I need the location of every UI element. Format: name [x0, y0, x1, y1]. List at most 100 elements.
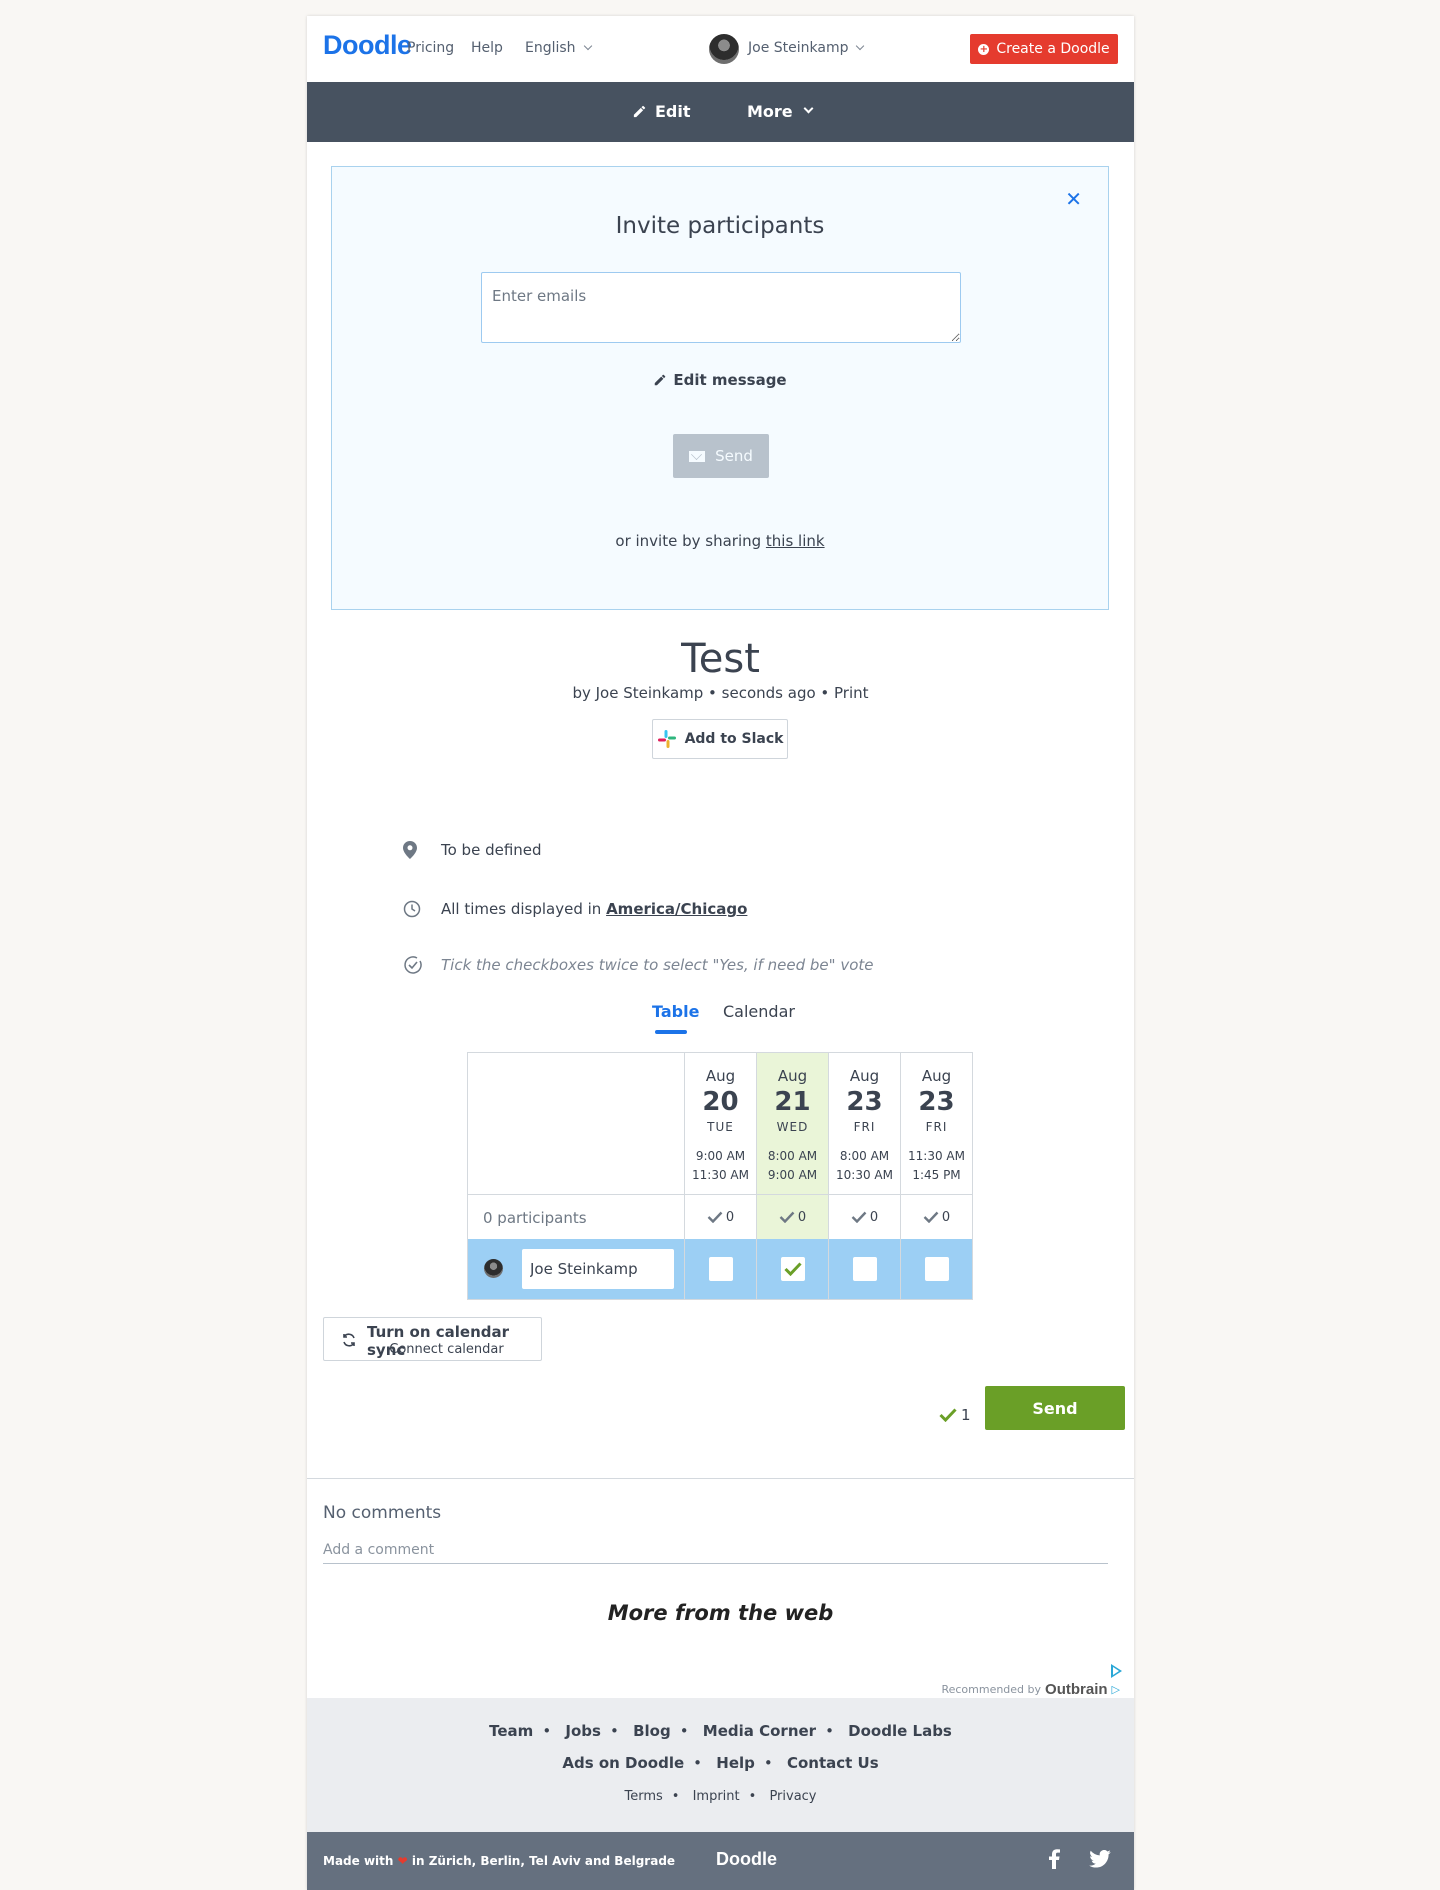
- made-prefix: Made with: [323, 1854, 394, 1868]
- poll-meta: by Joe Steinkamp • seconds ago • Print: [572, 684, 869, 702]
- close-icon[interactable]: ✕: [1065, 187, 1082, 211]
- option-month: Aug: [921, 1067, 952, 1085]
- footer-link-help[interactable]: Help: [716, 1754, 755, 1772]
- timezone-row: All times displayed in America/Chicago: [403, 900, 747, 918]
- footer-links-primary: Team • Jobs • Blog • Media Corner • Doodle L…: [489, 1722, 952, 1740]
- chevron-down-icon: [583, 41, 592, 51]
- doodle-logo[interactable]: Doodle: [323, 30, 412, 61]
- my-vote-row: [468, 1239, 684, 1299]
- vote-checkbox-checked[interactable]: [780, 1257, 805, 1281]
- location-text: To be defined: [441, 841, 542, 859]
- more-from-web-heading: More from the web: [607, 1601, 834, 1625]
- edit-button[interactable]: Edit: [632, 102, 691, 121]
- footer-link-imprint[interactable]: Imprint: [693, 1789, 740, 1804]
- date-option: Aug 20 TUE 9:00 AM 11:30 AM 0: [684, 1053, 756, 1299]
- option-end-time: 9:00 AM: [767, 1168, 818, 1182]
- invite-title: Invite participants: [615, 213, 825, 239]
- outbrain-attribution[interactable]: Recommended by Outbrain ▷: [941, 1681, 1120, 1698]
- yes-count: 1: [939, 1406, 971, 1424]
- vote-cell: [685, 1239, 756, 1299]
- edit-message-link[interactable]: Edit message: [332, 371, 1108, 389]
- create-doodle-button[interactable]: + Create a Doodle: [970, 34, 1118, 64]
- comment-input[interactable]: [323, 1536, 1108, 1564]
- no-comments-label: No comments: [323, 1503, 442, 1523]
- check-icon: [707, 1211, 723, 1223]
- footer-link-ads[interactable]: Ads on Doodle: [562, 1754, 684, 1772]
- user-name: Joe Steinkamp: [748, 40, 849, 56]
- plus-icon: +: [978, 43, 990, 55]
- edit-label: Edit: [655, 102, 691, 121]
- made-suffix: in Zürich, Berlin, Tel Aviv and Belgrade: [411, 1854, 676, 1868]
- more-menu[interactable]: More: [747, 102, 814, 121]
- option-weekday: FRI: [925, 1120, 948, 1134]
- vote-count-value: 0: [797, 1209, 807, 1225]
- send-vote-button[interactable]: Send: [985, 1386, 1125, 1430]
- invite-panel: ✕ Invite participants Edit message Send …: [331, 166, 1109, 610]
- footer-link-contact[interactable]: Contact Us: [787, 1754, 879, 1772]
- check-icon: [923, 1211, 939, 1223]
- share-link[interactable]: this link: [766, 532, 825, 550]
- timezone-link[interactable]: America/Chicago: [606, 900, 747, 918]
- footer-link-doodle-labs[interactable]: Doodle Labs: [848, 1722, 952, 1740]
- made-with-text: Made with ❤ in Zürich, Berlin, Tel Aviv …: [323, 1854, 675, 1868]
- option-weekday: WED: [776, 1120, 809, 1134]
- footer-link-team[interactable]: Team: [489, 1722, 533, 1740]
- language-select[interactable]: English: [525, 40, 592, 56]
- add-to-slack-label: Add to Slack: [684, 731, 784, 747]
- active-tab-indicator: [655, 1030, 687, 1034]
- footer-link-terms[interactable]: Terms: [624, 1789, 662, 1804]
- footer-link-privacy[interactable]: Privacy: [769, 1789, 816, 1804]
- language-label: English: [525, 40, 576, 56]
- date-option: Aug 23 FRI 11:30 AM 1:45 PM 0: [900, 1053, 972, 1299]
- vote-checkbox[interactable]: [852, 1257, 877, 1281]
- vote-checkbox[interactable]: [924, 1257, 949, 1281]
- option-day: 21: [774, 1087, 811, 1117]
- calendar-sync-button[interactable]: Turn on calendar sync Connect calendar: [323, 1317, 542, 1361]
- option-vote-count: 0: [685, 1194, 756, 1239]
- footer-link-media-corner[interactable]: Media Corner: [703, 1722, 816, 1740]
- footer-link-blog[interactable]: Blog: [633, 1722, 671, 1740]
- vote-checkbox[interactable]: [708, 1257, 733, 1281]
- chevron-down-icon: [856, 41, 865, 51]
- more-label: More: [747, 102, 793, 121]
- twitter-icon[interactable]: [1089, 1850, 1111, 1868]
- footer-doodle-logo[interactable]: Doodle: [716, 1849, 777, 1870]
- user-menu[interactable]: Joe Steinkamp: [748, 40, 865, 56]
- tab-calendar[interactable]: Calendar: [723, 1002, 795, 1021]
- option-start-time: 8:00 AM: [767, 1149, 818, 1163]
- poll-toolbar: Edit More: [307, 82, 1134, 142]
- vote-cell: [757, 1239, 828, 1299]
- tab-table[interactable]: Table: [652, 1002, 699, 1021]
- option-vote-count: 0: [901, 1194, 972, 1239]
- poll-title: Test: [681, 636, 760, 682]
- check-icon: [779, 1211, 795, 1223]
- footer-link-jobs[interactable]: Jobs: [565, 1722, 601, 1740]
- avatar: [484, 1259, 503, 1278]
- nav-help[interactable]: Help: [471, 40, 503, 56]
- option-weekday: TUE: [707, 1120, 734, 1134]
- create-doodle-label: Create a Doodle: [996, 41, 1110, 57]
- option-weekday: FRI: [853, 1120, 876, 1134]
- top-header: Doodle Pricing Help English Joe Steinkam…: [307, 16, 1134, 82]
- participant-name-input[interactable]: [522, 1249, 674, 1289]
- yes-count-value: 1: [961, 1406, 971, 1424]
- date-option: Aug 21 WED 8:00 AM 9:00 AM 0: [756, 1053, 828, 1299]
- nav-pricing[interactable]: Pricing: [407, 40, 454, 56]
- envelope-icon: [689, 450, 706, 462]
- check-icon: [783, 1262, 802, 1276]
- footer-links-legal: Terms • Imprint • Privacy: [624, 1789, 817, 1804]
- edit-message-label: Edit message: [673, 371, 787, 389]
- hint-text: Tick the checkboxes twice to select "Yes…: [441, 956, 874, 974]
- avatar[interactable]: [709, 34, 739, 64]
- invite-send-button[interactable]: Send: [673, 434, 769, 478]
- email-input[interactable]: [481, 272, 961, 343]
- option-end-time: 11:30 AM: [692, 1168, 749, 1182]
- hint-row: Tick the checkboxes twice to select "Yes…: [403, 955, 874, 975]
- participants-count: 0 participants: [468, 1194, 684, 1239]
- check-icon: [851, 1211, 867, 1223]
- option-day: 23: [846, 1087, 883, 1117]
- adchoices-icon[interactable]: [1111, 1664, 1122, 1678]
- poll-table: 0 participants Aug 20 TUE 9:00 AM 11:30 …: [467, 1052, 973, 1300]
- add-to-slack-button[interactable]: Add to Slack: [652, 719, 788, 759]
- facebook-icon[interactable]: [1048, 1849, 1060, 1869]
